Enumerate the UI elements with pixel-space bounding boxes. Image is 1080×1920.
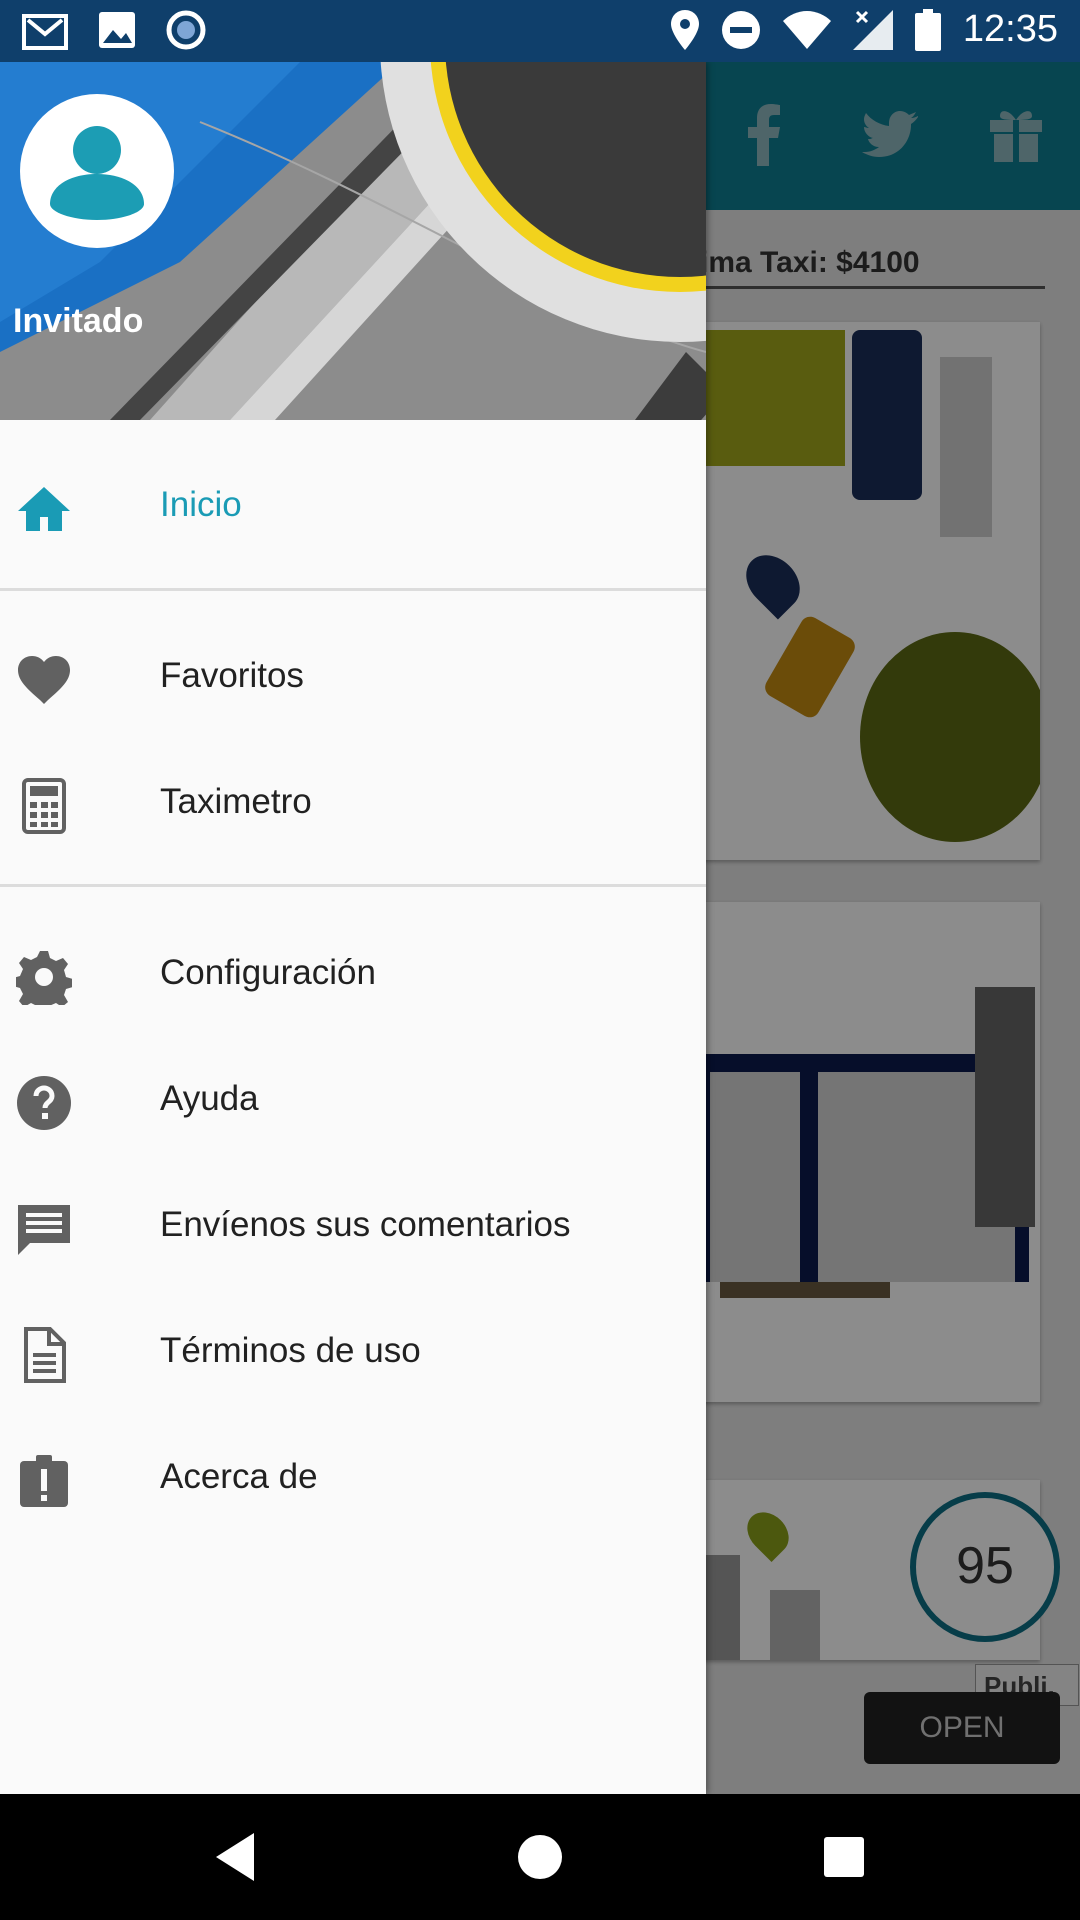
battery-icon <box>914 8 941 51</box>
help-icon <box>17 1076 71 1130</box>
avatar[interactable] <box>20 94 174 248</box>
menu-item-acerca[interactable]: Acerca de <box>0 1414 706 1540</box>
menu-item-ayuda[interactable]: Ayuda <box>0 1036 706 1162</box>
calculator-icon <box>22 778 66 834</box>
wifi-icon <box>782 10 831 49</box>
menu-item-comentarios[interactable]: Envíenos sus comentarios <box>0 1162 706 1288</box>
gear-icon <box>16 951 72 1005</box>
menu-label: Ayuda <box>160 1079 259 1118</box>
drawer-header: Invitado <box>0 62 706 420</box>
heart-icon <box>18 656 70 704</box>
divider <box>0 884 706 887</box>
app-icon <box>166 10 206 50</box>
menu-label: Términos de uso <box>160 1331 421 1370</box>
menu-item-taximetro[interactable]: Taximetro <box>0 739 706 865</box>
signal-icon <box>852 9 893 50</box>
gmail-icon <box>22 14 68 50</box>
menu-label: Taximetro <box>160 782 312 821</box>
status-bar: 12:35 <box>0 0 1080 62</box>
info-icon <box>20 1455 68 1507</box>
clock: 12:35 <box>962 8 1058 50</box>
menu-label: Acerca de <box>160 1457 318 1496</box>
feedback-icon <box>18 1205 70 1255</box>
menu-item-configuracion[interactable]: Configuración <box>0 910 706 1036</box>
system-nav-bar <box>0 1794 1080 1920</box>
home-button[interactable] <box>510 1827 570 1887</box>
recents-button[interactable] <box>814 1827 874 1887</box>
document-icon <box>24 1327 66 1383</box>
menu-label: Configuración <box>160 953 376 992</box>
menu-item-inicio[interactable]: Inicio <box>0 442 706 568</box>
menu-label: Inicio <box>160 485 242 524</box>
divider <box>0 588 706 591</box>
menu-label: Favoritos <box>160 656 304 695</box>
user-icon <box>50 126 144 220</box>
menu-item-terminos[interactable]: Términos de uso <box>0 1288 706 1414</box>
image-icon <box>99 12 135 48</box>
back-button[interactable] <box>206 1827 266 1887</box>
menu-label: Envíenos sus comentarios <box>160 1205 571 1244</box>
menu-item-favoritos[interactable]: Favoritos <box>0 613 706 739</box>
home-icon <box>18 487 70 531</box>
navigation-drawer: Invitado Inicio Favoritos Taximetro Conf… <box>0 62 706 1794</box>
location-icon <box>670 9 699 50</box>
dnd-icon <box>721 10 760 49</box>
username: Invitado <box>13 302 144 340</box>
